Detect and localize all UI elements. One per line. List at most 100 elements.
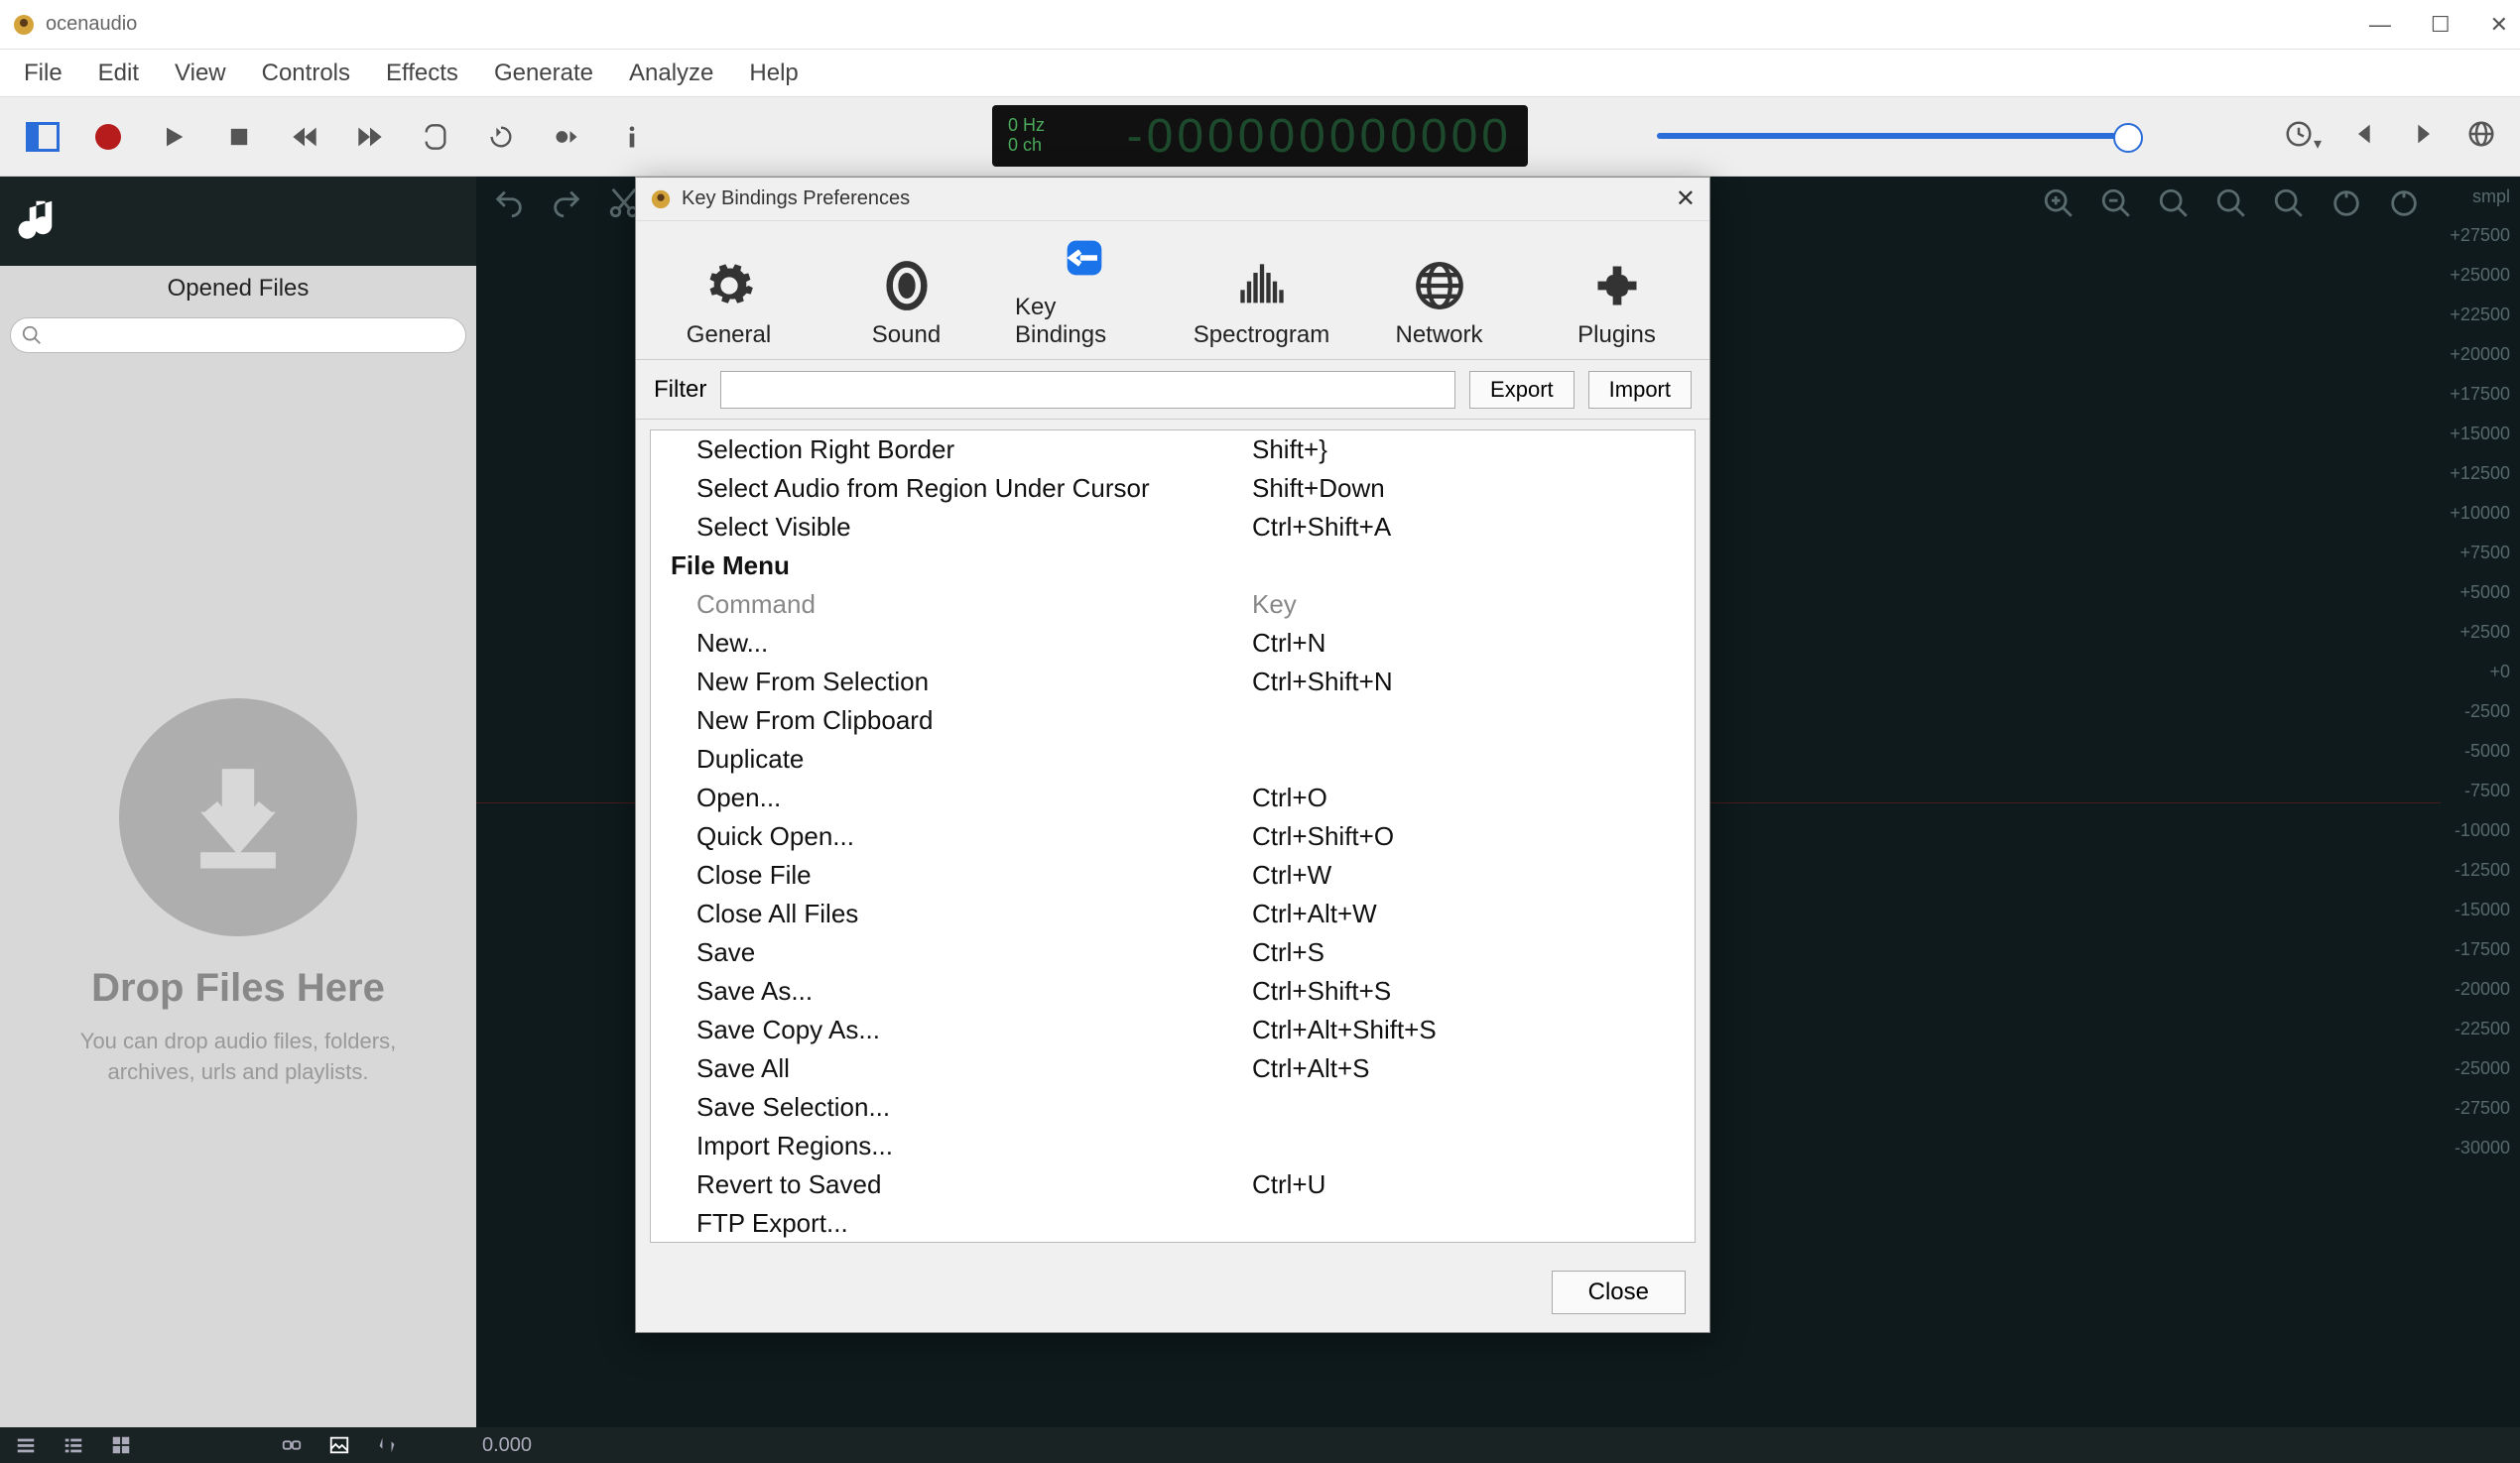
nav-back-button[interactable]: [2351, 120, 2379, 153]
rewind-button[interactable]: [286, 118, 323, 156]
drop-zone[interactable]: Drop Files Here You can drop audio files…: [0, 359, 476, 1427]
status-time: 0.000: [482, 1434, 532, 1457]
ruler-tick: +10000: [2445, 493, 2520, 533]
loop-selection-button[interactable]: [482, 118, 520, 156]
keybinding-row[interactable]: Save Copy As...Ctrl+Alt+Shift+S: [651, 1011, 1695, 1049]
maximize-button[interactable]: ☐: [2431, 12, 2451, 38]
ruler-tick: +15000: [2445, 414, 2520, 453]
view-details-icon[interactable]: [62, 1433, 85, 1457]
filter-input[interactable]: [720, 371, 1455, 409]
keybinding-row[interactable]: Close All FilesCtrl+Alt+W: [651, 895, 1695, 933]
ruler-tick: +0: [2445, 652, 2520, 691]
close-button[interactable]: Close: [1552, 1271, 1686, 1314]
export-button[interactable]: Export: [1469, 371, 1575, 409]
tab-plugins[interactable]: Plugins: [1548, 258, 1686, 349]
keybinding-row[interactable]: Revert to SavedCtrl+U: [651, 1165, 1695, 1204]
keybinding-row[interactable]: New From Clipboard: [651, 701, 1695, 740]
tab-key-bindings[interactable]: Key Bindings: [1015, 230, 1153, 349]
modal-footer: Close: [636, 1253, 1709, 1332]
history-button[interactable]: ▾: [2284, 119, 2322, 154]
play-button[interactable]: [155, 118, 192, 156]
command-label: Save Selection...: [696, 1092, 1252, 1123]
menu-view[interactable]: View: [175, 60, 226, 87]
lcd-hz: 0 Hz: [1008, 116, 1045, 136]
search-input[interactable]: [10, 317, 466, 353]
tab-spectrogram[interactable]: Spectrogram: [1193, 258, 1330, 349]
key-label: Ctrl+Alt+W: [1252, 899, 1377, 929]
zoom-selection-icon[interactable]: [2214, 186, 2248, 225]
menu-analyze[interactable]: Analyze: [629, 60, 713, 87]
keybinding-row[interactable]: Select Audio from Region Under CursorShi…: [651, 469, 1695, 508]
key-label: Shift+}: [1252, 434, 1327, 465]
network-icon: [1412, 258, 1467, 313]
menu-effects[interactable]: Effects: [386, 60, 458, 87]
sort-icon[interactable]: [375, 1433, 399, 1457]
keybinding-row[interactable]: Save Selection...: [651, 1088, 1695, 1127]
keybinding-row[interactable]: Close FileCtrl+W: [651, 856, 1695, 895]
keybinding-row[interactable]: Quick Open...Ctrl+Shift+O: [651, 817, 1695, 856]
loop-button[interactable]: [417, 118, 454, 156]
ruler-tick: -22500: [2445, 1009, 2520, 1048]
titlebar: ocenaudio — ☐ ✕: [0, 0, 2520, 50]
keybinding-row[interactable]: Selection Right BorderShift+}: [651, 430, 1695, 469]
ruler-tick: +7500: [2445, 533, 2520, 572]
play-to-cursor-button[interactable]: [548, 118, 585, 156]
view-grid-icon[interactable]: [109, 1433, 133, 1457]
key-label: Ctrl+Shift+A: [1252, 512, 1391, 543]
menu-controls[interactable]: Controls: [262, 60, 350, 87]
keybinding-row[interactable]: Import Regions...: [651, 1127, 1695, 1165]
key-label: Ctrl+N: [1252, 628, 1325, 659]
forward-button[interactable]: [351, 118, 389, 156]
menu-edit[interactable]: Edit: [98, 60, 139, 87]
volume-slider[interactable]: [1657, 133, 2133, 139]
zoom-out-icon[interactable]: [2099, 186, 2133, 225]
command-label: Command: [696, 589, 1252, 620]
info-button[interactable]: [613, 118, 651, 156]
plugin-icon: [1589, 258, 1645, 313]
toggle-sidebar-button[interactable]: [24, 118, 62, 156]
keybinding-row[interactable]: Open...Ctrl+O: [651, 779, 1695, 817]
ruler-tick: -15000: [2445, 890, 2520, 929]
modal-close-button[interactable]: ✕: [1676, 184, 1696, 213]
keybinding-row[interactable]: New...Ctrl+N: [651, 624, 1695, 663]
tool-2-icon[interactable]: [2387, 186, 2421, 225]
zoom-vertical-icon[interactable]: [2272, 186, 2306, 225]
record-button[interactable]: [89, 118, 127, 156]
keybinding-row[interactable]: Save AllCtrl+Alt+S: [651, 1049, 1695, 1088]
keybinding-row[interactable]: FTP Export...: [651, 1204, 1695, 1243]
zoom-fit-icon[interactable]: [2157, 186, 2191, 225]
ruler-tick: -20000: [2445, 969, 2520, 1009]
drop-subtext: You can drop audio files, folders, archi…: [40, 1027, 437, 1088]
image-icon[interactable]: [327, 1433, 351, 1457]
keybindings-list[interactable]: Selection Right BorderShift+}Select Audi…: [650, 429, 1696, 1243]
ruler-tick: +12500: [2445, 453, 2520, 493]
ruler-tick: +5000: [2445, 572, 2520, 612]
keybinding-row[interactable]: Save As...Ctrl+Shift+S: [651, 972, 1695, 1011]
menu-help[interactable]: Help: [749, 60, 798, 87]
zoom-in-icon[interactable]: [2042, 186, 2076, 225]
column-headers: CommandKey: [651, 585, 1695, 624]
minimize-button[interactable]: —: [2369, 12, 2391, 38]
undo-icon[interactable]: [492, 186, 526, 225]
import-button[interactable]: Import: [1588, 371, 1692, 409]
keybinding-row[interactable]: Duplicate: [651, 740, 1695, 779]
globe-button[interactable]: [2466, 119, 2496, 154]
keybinding-row[interactable]: New From SelectionCtrl+Shift+N: [651, 663, 1695, 701]
nav-forward-button[interactable]: [2409, 120, 2437, 153]
menu-generate[interactable]: Generate: [494, 60, 593, 87]
ruler-tick: -10000: [2445, 810, 2520, 850]
link-icon[interactable]: [280, 1433, 304, 1457]
tab-network[interactable]: Network: [1370, 258, 1508, 349]
tab-general[interactable]: General: [660, 258, 798, 349]
opened-files-title: Opened Files: [0, 266, 476, 311]
tab-sound[interactable]: Sound: [837, 258, 975, 349]
stop-button[interactable]: [220, 118, 258, 156]
tool-1-icon[interactable]: [2330, 186, 2363, 225]
view-list-icon[interactable]: [14, 1433, 38, 1457]
keybinding-row[interactable]: SaveCtrl+S: [651, 933, 1695, 972]
ruler-tick: +17500: [2445, 374, 2520, 414]
close-window-button[interactable]: ✕: [2490, 12, 2508, 38]
redo-icon[interactable]: [550, 186, 583, 225]
menu-file[interactable]: File: [24, 60, 63, 87]
keybinding-row[interactable]: Select VisibleCtrl+Shift+A: [651, 508, 1695, 547]
